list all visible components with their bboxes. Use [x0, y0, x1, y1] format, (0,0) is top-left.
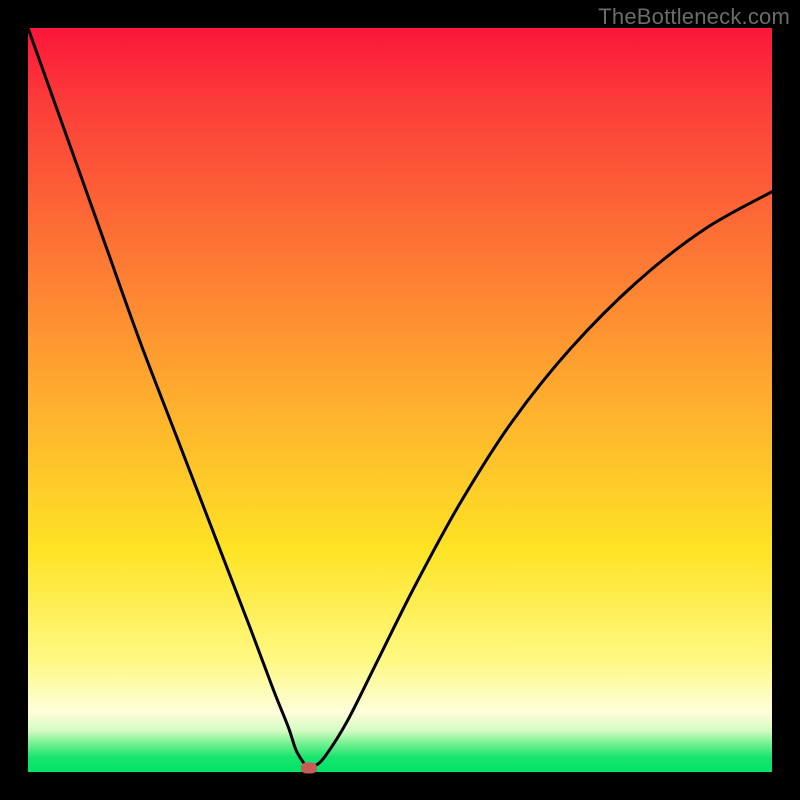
chart-area	[28, 28, 772, 772]
bottleneck-curve	[28, 28, 772, 772]
optimal-point-marker	[301, 762, 317, 773]
watermark-text: TheBottleneck.com	[598, 4, 790, 30]
curve-path	[28, 28, 772, 767]
